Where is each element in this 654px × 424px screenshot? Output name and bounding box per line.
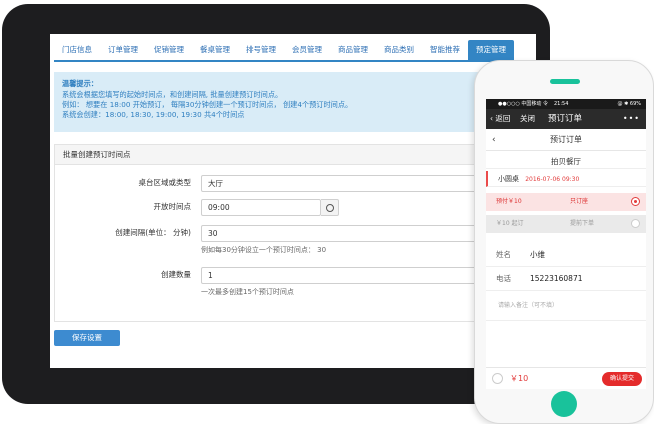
status-time: 21:54 (554, 101, 569, 107)
phone-frame: ●●○○○ 中国移动 令 21:54 @ ✱ 69% ‹ 返回 关闭 预订订单 … (474, 60, 654, 424)
option-price: 预付￥10 (496, 198, 522, 205)
notice-line: 系统会根据您填写的起始时间点，和创建间隔, 批量创建预订时间点。 (62, 90, 283, 99)
tab-promotion-management[interactable]: 促销管理 (146, 40, 192, 60)
radio-selected-icon[interactable] (631, 197, 640, 206)
select-circle-icon[interactable] (492, 373, 503, 384)
area-label: 桌台区域或类型 (138, 178, 192, 187)
name-value[interactable]: 小维 (530, 243, 545, 267)
tab-smart-recommend[interactable]: 智能推荐 (422, 40, 468, 60)
tab-reservation-management[interactable]: 预定管理 (468, 40, 514, 60)
phone-value[interactable]: 15223160871 (530, 267, 583, 291)
status-bar: ●●○○○ 中国移动 令 21:54 @ ✱ 69% (486, 99, 646, 109)
tab-order-management[interactable]: 订单管理 (100, 40, 146, 60)
page-subtitle: 预订订单 (550, 135, 582, 144)
phone-label: 电话 (496, 274, 511, 283)
option-desc: 提前下单 (570, 220, 595, 227)
more-icon[interactable]: ••• (623, 109, 640, 129)
phone-screen: ●●○○○ 中国移动 令 21:54 @ ✱ 69% ‹ 返回 关闭 预订订单 … (486, 99, 646, 389)
total-amount: ￥10 (510, 374, 529, 383)
page-subheader: ‹ 预订订单 (486, 129, 646, 151)
panel-title: 批量创建预订时间点 (55, 145, 531, 165)
tab-member-management[interactable]: 会员管理 (284, 40, 330, 60)
name-label: 姓名 (496, 250, 511, 259)
notice-line: 系统会创建：18:00, 18:30, 19:00, 19:30 共4个时间点 (62, 110, 245, 119)
close-button[interactable]: 关闭 (520, 109, 535, 129)
tab-product-category[interactable]: 商品类别 (376, 40, 422, 60)
nav-title: 预订订单 (548, 114, 583, 124)
battery-indicator: @ ✱ 69% (617, 101, 641, 107)
option-price: ￥10 起订 (496, 220, 524, 227)
tab-product-management[interactable]: 商品管理 (330, 40, 376, 60)
interval-help: 例如每30分钟设立一个预订时间点： 30 (201, 246, 327, 254)
option-desc: 只订座 (570, 198, 589, 205)
bottom-bar: ￥10 确认提交 (486, 367, 646, 389)
tab-table-management[interactable]: 餐桌管理 (192, 40, 238, 60)
back-button[interactable]: ‹ 返回 (490, 109, 510, 129)
note-input[interactable]: 请输入备注（可不填） (486, 291, 646, 321)
count-help: 一次最多创建15个预订时间点 (201, 288, 294, 296)
name-row: 姓名 小维 (486, 243, 646, 267)
option-preorder[interactable]: ￥10 起订 提前下单 (486, 215, 646, 233)
interval-label: 创建间隔(单位： 分钟) (115, 228, 191, 237)
open-time-input[interactable]: 09:00 (201, 199, 321, 216)
option-prepay[interactable]: 预付￥10 只订座 (486, 193, 646, 211)
chevron-left-icon[interactable]: ‹ (492, 129, 496, 151)
admin-screen: 门店信息 订单管理 促销管理 餐桌管理 排号管理 会员管理 商品管理 商品类别 … (50, 34, 536, 368)
confirm-submit-button[interactable]: 确认提交 (602, 372, 642, 386)
save-settings-button[interactable]: 保存设置 (54, 330, 120, 346)
carrier-text: ●●○○○ 中国移动 令 (498, 101, 548, 107)
clock-icon[interactable] (321, 199, 339, 216)
table-name: 小圆桌 (498, 175, 519, 183)
tab-queue-management[interactable]: 排号管理 (238, 40, 284, 60)
notice-title: 温馨提示： (62, 79, 98, 88)
notice-box: 温馨提示： 系统会根据您填写的起始时间点，和创建间隔, 批量创建预订时间点。 例… (54, 72, 532, 132)
open-time-label: 开放时间点 (153, 202, 192, 211)
batch-create-panel: 批量创建预订时间点 桌台区域或类型 大厅 开放时间点 09:00 创建间隔(单位… (54, 144, 532, 322)
back-label: 返回 (495, 114, 511, 123)
notice-line: 例如： 想要在 18:00 开始预订， 每隔30分钟创建一个预订时间点， 创建4… (62, 100, 353, 109)
reservation-datetime: 2016-07-06 09:30 (525, 176, 580, 183)
nav-bar: ‹ 返回 关闭 预订订单 ••• (486, 109, 646, 129)
home-button[interactable] (551, 391, 577, 417)
tab-bar: 门店信息 订单管理 促销管理 餐桌管理 排号管理 会员管理 商品管理 商品类别 … (54, 40, 536, 62)
phone-row: 电话 15223160871 (486, 267, 646, 291)
count-label: 创建数量 (161, 270, 191, 279)
restaurant-name: 拍贝餐厅 (486, 155, 646, 169)
tablet-frame: 门店信息 订单管理 促销管理 餐桌管理 排号管理 会员管理 商品管理 商品类别 … (2, 4, 550, 404)
phone-speaker (550, 79, 580, 84)
table-info: 小圆桌 2016-07-06 09:30 (486, 171, 646, 187)
radio-icon[interactable] (631, 219, 640, 228)
tab-store-info[interactable]: 门店信息 (54, 40, 100, 60)
